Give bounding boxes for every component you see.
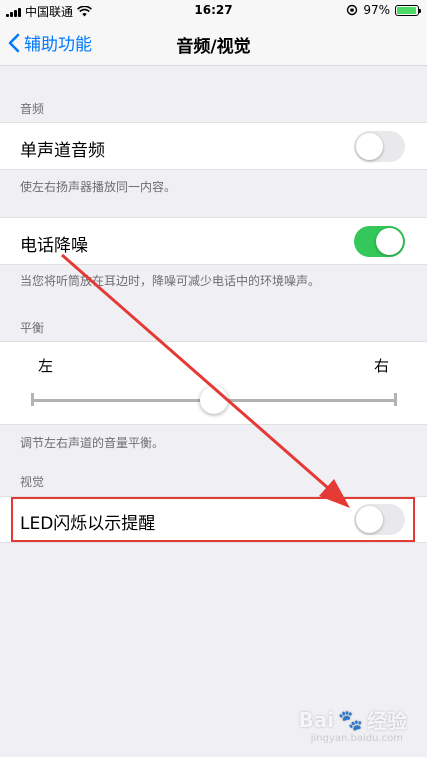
nav-bar: 辅助功能 音频/视觉	[0, 20, 427, 66]
balance-left-label: 左	[38, 357, 54, 375]
toggle-knob	[376, 228, 403, 255]
orientation-lock-icon	[347, 4, 358, 16]
mono-audio-row: 单声道音频	[0, 122, 427, 170]
battery-icon	[395, 4, 421, 16]
page-title: 音频/视觉	[176, 37, 251, 57]
toggle-knob	[356, 133, 383, 160]
battery-percent: 97%	[363, 3, 390, 17]
led-flash-label: LED闪烁以示提醒	[20, 514, 156, 534]
balance-slider-thumb[interactable]	[200, 386, 228, 414]
slider-left-cap	[31, 393, 34, 406]
toggle-knob	[356, 506, 383, 533]
status-bar: 中国联通 16:27 97%	[0, 0, 427, 20]
noise-cancel-footer: 当您将听筒放在耳边时，降噪可减少电话中的环境噪声。	[20, 274, 321, 288]
section-header-balance: 平衡	[20, 321, 45, 335]
section-header-visual: 视觉	[20, 475, 45, 489]
mono-audio-footer: 使左右扬声器播放同一内容。	[20, 180, 177, 194]
watermark: Bai 🐾 经验	[298, 705, 407, 734]
balance-row: 左 右	[0, 341, 427, 425]
noise-cancel-row: 电话降噪	[0, 217, 427, 265]
section-header-audio: 音频	[20, 102, 45, 116]
watermark-brand: Bai	[298, 707, 335, 732]
led-flash-row: LED闪烁以示提醒	[0, 496, 427, 543]
watermark-brand-cn: 经验	[367, 709, 407, 733]
status-right: 97%	[346, 3, 421, 17]
mono-audio-label: 单声道音频	[20, 141, 105, 161]
watermark-url: jingyan.baidu.com	[310, 733, 403, 744]
noise-cancel-toggle[interactable]	[354, 226, 405, 257]
slider-right-cap	[394, 393, 397, 406]
noise-cancel-label: 电话降噪	[20, 236, 88, 256]
paw-icon: 🐾	[338, 707, 363, 732]
balance-footer: 调节左右声道的音量平衡。	[20, 436, 165, 450]
mono-audio-toggle[interactable]	[354, 131, 405, 162]
balance-right-label: 右	[373, 357, 389, 375]
led-flash-toggle[interactable]	[354, 504, 405, 535]
